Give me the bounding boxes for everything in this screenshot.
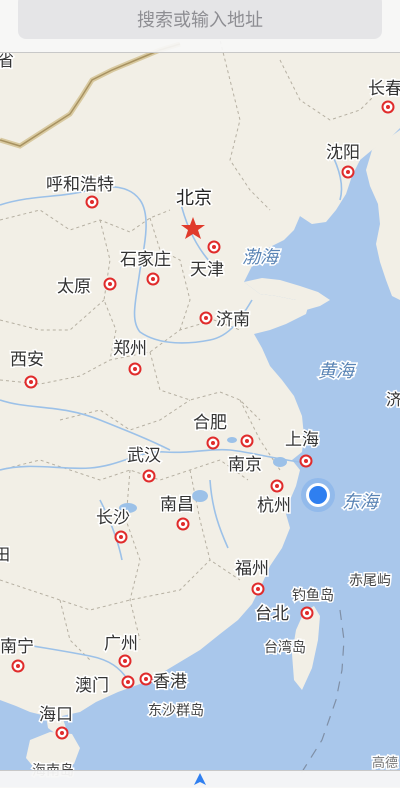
map-label-cut-label-tian: 田	[0, 545, 10, 564]
chaohu-lake	[227, 437, 237, 443]
search-input[interactable]: 搜索或输入地址	[18, 0, 382, 39]
city-marker-dot	[181, 522, 185, 526]
taihu-lake	[273, 457, 287, 467]
map-canvas[interactable]: 北京 呼和浩特石家庄 天津太原济南西安 郑州合肥上海武汉 南京杭州 南昌长沙福州台北南宁…	[0, 0, 400, 787]
city-marker-dot	[16, 664, 20, 668]
city-marker-dot	[90, 200, 94, 204]
city-label-nanjing: 南京	[228, 455, 262, 475]
city-marker-dot	[119, 535, 123, 539]
city-marker-dot	[204, 316, 208, 320]
city-label-hefei: 合肥	[193, 413, 227, 433]
search-placeholder: 搜索或输入地址	[137, 10, 263, 31]
city-label-nanchang: 南昌	[160, 495, 194, 515]
city-marker-dot	[212, 245, 216, 249]
city-label-guangzhou: 广州	[104, 634, 138, 654]
city-marker-dot	[126, 680, 130, 684]
current-location-marker[interactable]	[301, 478, 335, 512]
poyang-lake	[192, 490, 208, 502]
city-label-shenyang: 沈阳	[326, 143, 360, 163]
city-marker-dot	[60, 731, 64, 735]
city-marker-dot	[144, 677, 148, 681]
map-label-chiwei-island: 赤尾屿	[349, 573, 391, 589]
city-marker-dot	[108, 282, 112, 286]
city-label-macau: 澳门	[75, 676, 109, 696]
city-marker-dot	[275, 484, 279, 488]
city-marker-dot	[123, 659, 127, 663]
city-label-tianjin: 天津	[190, 260, 224, 280]
city-marker-dot	[147, 474, 151, 478]
bottom-toolbar	[0, 770, 400, 788]
city-label-hangzhou: 杭州	[257, 496, 291, 516]
city-marker-dot	[151, 277, 155, 281]
city-label-zhengzhou: 郑州	[113, 339, 147, 359]
location-arrow-icon[interactable]	[192, 773, 208, 785]
city-marker-dot	[304, 459, 308, 463]
map-label-diaoyu-island: 钓鱼岛	[292, 587, 334, 604]
city-label-taipei: 台北	[255, 604, 289, 624]
city-label-hohhot: 呼和浩特	[46, 175, 114, 195]
city-label-shijiazhuang: 石家庄	[120, 250, 171, 270]
city-label-changchun: 长春	[368, 79, 400, 99]
city-label-jinan: 济南	[216, 310, 250, 330]
city-label-nanning: 南宁	[0, 637, 34, 657]
city-label-wuhan: 武汉	[127, 446, 161, 466]
city-label-fuzhou: 福州	[235, 559, 269, 579]
search-bar: 搜索或输入地址	[0, 0, 400, 53]
city-marker-dot	[346, 170, 350, 174]
city-label-xian: 西安	[10, 350, 44, 370]
map-label-dongsha-islands: 东沙群岛	[148, 703, 204, 719]
map-label-autonavi-attribution: 高德	[372, 755, 398, 771]
city-marker-dot	[133, 367, 137, 371]
city-marker-dot	[245, 439, 249, 443]
city-marker-dot	[211, 441, 215, 445]
city-marker-dot	[305, 611, 309, 615]
sea-label-bohai: 渤海	[242, 247, 281, 268]
city-label-haikou: 海口	[39, 705, 73, 725]
city-marker-dot	[386, 105, 390, 109]
city-label-shanghai: 上海	[285, 430, 319, 450]
city-marker-dot	[29, 380, 33, 384]
sea-label-yellow-sea: 黄海	[318, 361, 357, 382]
city-label-changsha: 长沙	[96, 508, 130, 528]
map-label-cut-label-sheng: 省	[0, 51, 14, 70]
map-label-cut-label-ji: 济	[386, 390, 400, 409]
sea-label-east-china-sea: 东海	[342, 492, 381, 513]
capital-label: 北京	[176, 188, 212, 209]
city-label-taiyuan: 太原	[57, 277, 91, 297]
city-label-hongkong: 香港	[153, 672, 187, 692]
city-marker-dot	[256, 587, 260, 591]
map-label-taiwan-island: 台湾岛	[264, 639, 306, 656]
